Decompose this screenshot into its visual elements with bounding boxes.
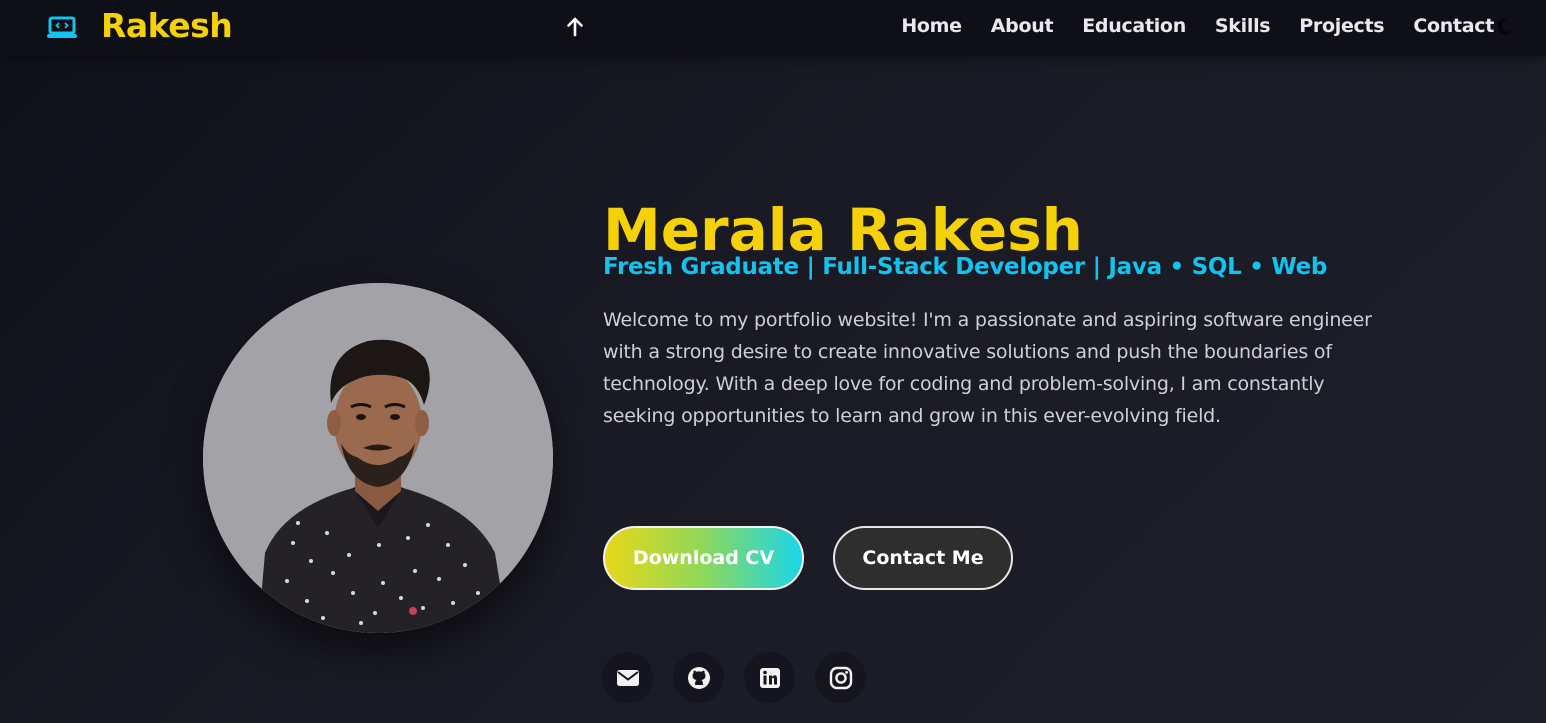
- nav-link-projects[interactable]: Projects: [1299, 15, 1384, 37]
- download-cv-button[interactable]: Download CV: [603, 526, 804, 590]
- nav-link-contact[interactable]: Contact: [1413, 15, 1494, 37]
- hero-description: Welcome to my portfolio website! I'm a p…: [603, 309, 1372, 427]
- nav-links: Home About Education Skills Projects Con…: [901, 15, 1494, 37]
- laptop-code-icon[interactable]: [46, 15, 78, 41]
- arrow-up-icon[interactable]: [564, 15, 586, 39]
- envelope-icon[interactable]: [602, 652, 653, 703]
- logo-text[interactable]: Rakesh: [101, 6, 233, 45]
- profile-photo: [203, 283, 553, 633]
- github-icon[interactable]: [673, 652, 724, 703]
- moon-icon[interactable]: [1495, 16, 1515, 36]
- nav-link-skills[interactable]: Skills: [1215, 15, 1271, 37]
- nav-link-home[interactable]: Home: [901, 15, 962, 37]
- social-links: [602, 652, 866, 703]
- nav-link-education[interactable]: Education: [1082, 15, 1186, 37]
- navbar: Rakesh Home About Education Skills Proje…: [0, 0, 1546, 56]
- contact-me-button[interactable]: Contact Me: [833, 526, 1013, 590]
- profile-avatar: [203, 283, 553, 633]
- linkedin-icon[interactable]: [744, 652, 795, 703]
- hero-subtitle: Fresh Graduate | Full-Stack Developer | …: [603, 254, 1328, 280]
- instagram-icon[interactable]: [815, 652, 866, 703]
- nav-link-about[interactable]: About: [991, 15, 1054, 37]
- portfolio-page: Rakesh Home About Education Skills Proje…: [0, 0, 1546, 723]
